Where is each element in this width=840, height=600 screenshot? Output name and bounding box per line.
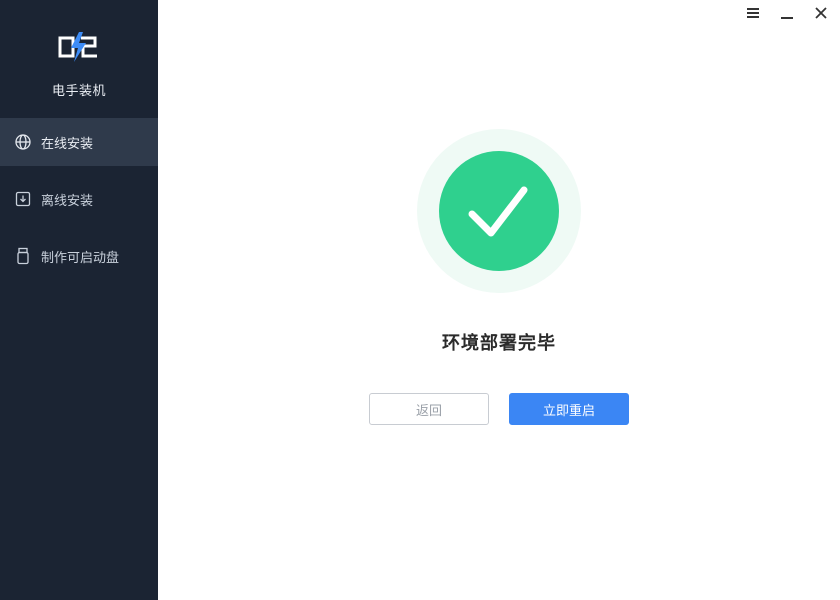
back-button[interactable]: 返回 <box>369 393 489 425</box>
success-indicator <box>417 128 581 294</box>
check-circle-icon <box>417 129 581 293</box>
minimize-icon[interactable] <box>776 4 798 22</box>
sidebar-item-label: 制作可启动盘 <box>41 250 120 266</box>
download-box-icon <box>14 190 32 208</box>
menu-icon[interactable] <box>742 4 764 22</box>
globe-icon <box>14 133 32 151</box>
sidebar-item-offline-install[interactable]: 离线安装 <box>0 175 158 223</box>
close-icon[interactable] <box>810 4 832 22</box>
sidebar-nav: 在线安装 离线安装 制作可启动盘 <box>0 118 158 289</box>
app-name: 电手装机 <box>51 84 106 99</box>
sidebar-item-label: 离线安装 <box>41 193 94 209</box>
window-controls <box>742 4 832 22</box>
status-title: 环境部署完毕 <box>442 333 556 354</box>
sidebar-item-make-bootable-disk[interactable]: 制作可启动盘 <box>0 232 158 280</box>
sidebar-item-label: 在线安装 <box>41 136 94 152</box>
brand: 电手装机 <box>0 30 158 99</box>
restart-now-button[interactable]: 立即重启 <box>509 393 629 425</box>
app-logo-icon <box>58 32 97 62</box>
sidebar: 电手装机 在线安装 离线安装 制作可启动盘 <box>0 0 158 600</box>
usb-drive-icon <box>14 247 32 265</box>
sidebar-item-online-install[interactable]: 在线安装 <box>0 118 158 166</box>
